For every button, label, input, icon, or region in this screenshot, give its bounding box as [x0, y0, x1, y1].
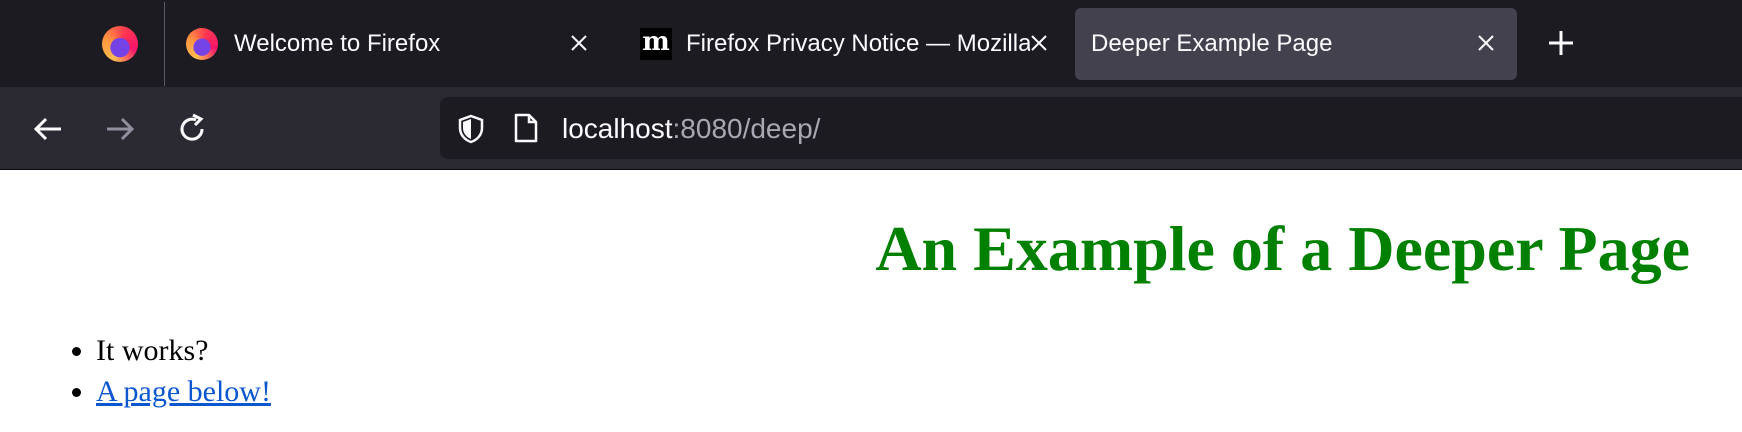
- page-info-icon[interactable]: [512, 112, 540, 144]
- shield-icon[interactable]: [455, 113, 487, 145]
- tab-separator: [164, 2, 165, 86]
- tab-deeper-example-page[interactable]: Deeper Example Page: [1075, 8, 1517, 80]
- reload-button[interactable]: [172, 109, 212, 149]
- new-tab-plus-icon[interactable]: [1544, 26, 1578, 60]
- url-path: :8080/deep/: [672, 113, 821, 144]
- tab-title: Welcome to Firefox: [234, 30, 441, 57]
- page-content: An Example of a Deeper Page It works? A …: [0, 170, 1742, 432]
- back-button[interactable]: [28, 109, 68, 149]
- firefox-logo-icon: [102, 26, 138, 62]
- reload-icon: [180, 113, 204, 141]
- url-text[interactable]: localhost:8080/deep/: [562, 111, 820, 147]
- close-icon[interactable]: [568, 32, 590, 54]
- tab-welcome-to-firefox[interactable]: Welcome to Firefox: [186, 8, 606, 80]
- url-host: localhost: [562, 113, 673, 144]
- list-item-text: It works?: [96, 334, 209, 367]
- forward-arrow-icon: [107, 117, 135, 141]
- tab-title: Firefox Privacy Notice — Mozilla: [686, 30, 1030, 57]
- close-icon[interactable]: [1475, 32, 1497, 54]
- back-arrow-icon: [33, 117, 61, 141]
- tab-firefox-privacy-notice[interactable]: m Firefox Privacy Notice — Mozilla: [640, 8, 1050, 80]
- page-heading: An Example of a Deeper Page: [875, 213, 1690, 284]
- browser-chrome: Welcome to Firefox m Firefox Privacy Not…: [0, 0, 1742, 170]
- list-item: A page below!: [96, 371, 271, 412]
- firefox-logo-icon: [186, 28, 218, 60]
- close-icon[interactable]: [1028, 32, 1050, 54]
- mozilla-m-icon: m: [640, 28, 672, 60]
- tab-title: Deeper Example Page: [1091, 30, 1333, 57]
- tab-strip: Welcome to Firefox m Firefox Privacy Not…: [0, 0, 1742, 87]
- page-below-link[interactable]: A page below!: [96, 375, 271, 408]
- forward-button[interactable]: [100, 109, 140, 149]
- page-list: It works? A page below!: [52, 330, 271, 412]
- list-item: It works?: [96, 330, 271, 371]
- pinned-tab-firefox[interactable]: [92, 20, 148, 68]
